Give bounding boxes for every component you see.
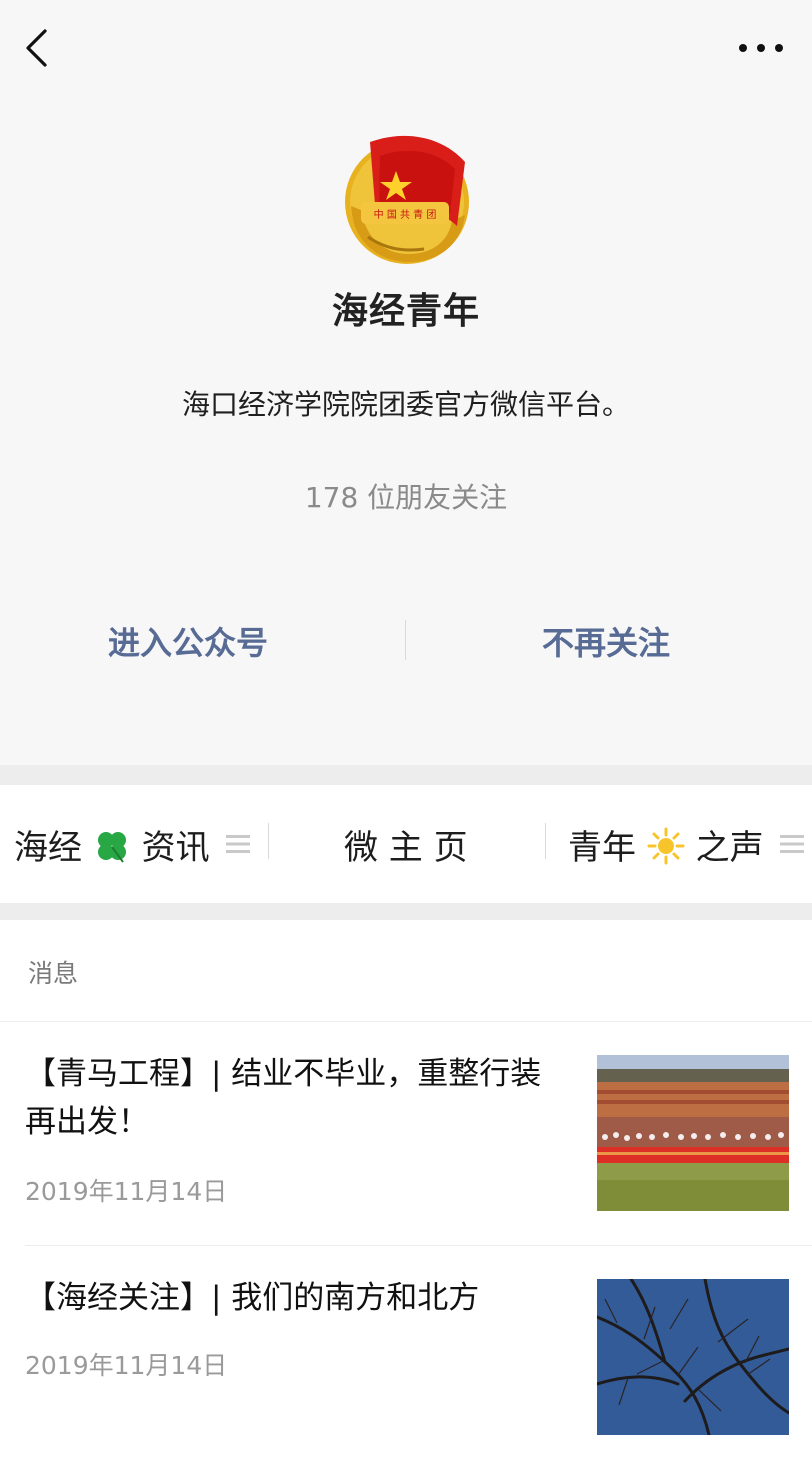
hamburger-icon	[225, 835, 250, 853]
article-title: 【青马工程】| 结业不毕业，重整行装再出发！	[25, 1056, 542, 1140]
account-name: 海经青年	[331, 291, 480, 332]
article-item[interactable]: 【海经关注】| 我们的南方和北方 2019年11月14日	[25, 1274, 795, 1435]
sun-icon	[647, 827, 685, 864]
menu-news-prefix: 海经	[14, 827, 82, 868]
more-button[interactable]	[734, 28, 788, 68]
menu-youth-prefix: 青年	[568, 827, 636, 868]
action-divider	[405, 620, 406, 660]
menu-separator	[545, 823, 546, 859]
menu-item-youth-voice[interactable]: 青年 之声	[568, 785, 804, 903]
more-horizontal-icon	[739, 44, 783, 52]
menu-item-youth-voice-label: 青年 之声	[568, 820, 764, 869]
menu-news-suffix: 资讯	[141, 827, 210, 868]
enter-account-button[interactable]: 进入公众号	[108, 618, 268, 662]
article-thumbnail	[597, 1279, 789, 1435]
article-date: 2019年11月14日	[25, 1177, 228, 1206]
svg-text:中 国 共 青 团: 中 国 共 青 团	[374, 208, 437, 221]
menu-item-news-label: 海经 资讯	[14, 820, 210, 869]
followers-count: 178 位朋友关注	[304, 481, 508, 514]
back-chevron-icon	[26, 29, 47, 67]
account-actions: 进入公众号 不再关注	[0, 600, 812, 680]
account-menu-bar: 海经 资讯 微 主 页 青年 之声	[0, 785, 812, 903]
menu-youth-suffix: 之声	[695, 827, 764, 868]
group-photo-stadium-thumbnail	[597, 1055, 789, 1211]
menu-separator	[268, 823, 269, 859]
account-avatar: 中 国 共 青 团	[336, 126, 478, 268]
unfollow-button[interactable]: 不再关注	[542, 618, 670, 662]
tree-branches-sky-thumbnail	[597, 1279, 789, 1435]
messages-section-title: 消息	[28, 959, 79, 988]
article-divider	[25, 1245, 812, 1246]
four-leaf-clover-icon	[97, 831, 126, 863]
messages-divider	[0, 1021, 812, 1022]
hamburger-icon	[779, 835, 804, 853]
article-title: 【海经关注】| 我们的南方和北方	[25, 1280, 480, 1316]
article-thumbnail	[597, 1055, 789, 1211]
youth-league-emblem-icon: 中 国 共 青 团	[345, 135, 469, 264]
messages-section: 消息 【青马工程】| 结业不毕业，重整行装再出发！ 2019年11月14日 【海…	[0, 920, 812, 1463]
article-date: 2019年11月14日	[25, 1351, 228, 1380]
account-description: 海口经济学院院团委官方微信平台。	[181, 388, 630, 421]
account-profile-card: 中 国 共 青 团 海经青年 海口经济学院院团委官方微信平台。 178 位朋友关…	[0, 0, 812, 765]
menu-item-micro-homepage[interactable]: 微 主 页	[344, 785, 468, 903]
article-item[interactable]: 【青马工程】| 结业不毕业，重整行装再出发！ 2019年11月14日	[25, 1050, 795, 1220]
menu-item-news[interactable]: 海经 资讯	[14, 785, 250, 903]
back-button[interactable]	[18, 28, 58, 68]
menu-item-micro-homepage-label: 微 主 页	[344, 827, 468, 868]
